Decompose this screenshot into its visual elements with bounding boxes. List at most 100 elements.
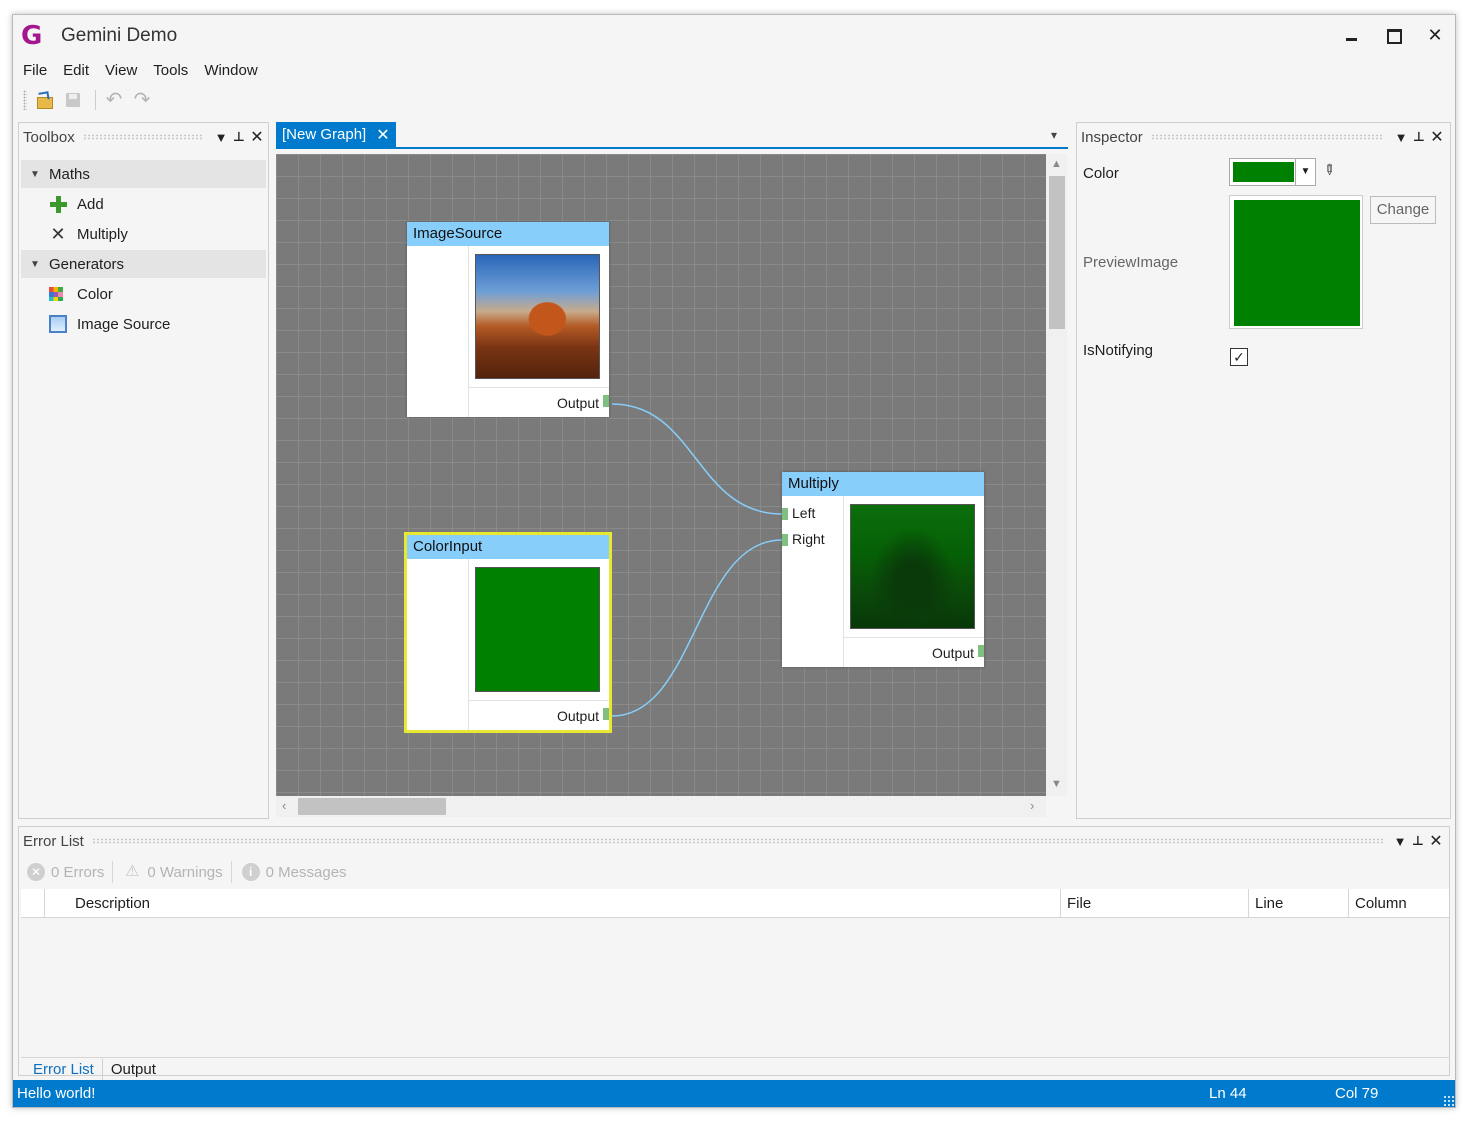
node-image-source[interactable]: ImageSource Output bbox=[407, 222, 609, 417]
output-connector[interactable] bbox=[978, 645, 984, 657]
bottom-tabs: Error List Output bbox=[25, 1059, 164, 1080]
color-preview bbox=[475, 567, 600, 692]
panel-drag-grip[interactable] bbox=[91, 838, 1383, 844]
connection-color-to-right[interactable] bbox=[611, 539, 783, 717]
toolbox-item-multiply[interactable]: ✕ Multiply bbox=[49, 220, 127, 248]
tab-underline bbox=[276, 147, 1068, 149]
toolbox-item-label: Add bbox=[77, 195, 104, 213]
save-icon[interactable] bbox=[61, 89, 85, 111]
output-connector[interactable] bbox=[603, 708, 609, 720]
column-header-column[interactable]: Column bbox=[1349, 889, 1449, 917]
node-title[interactable]: Multiply bbox=[782, 472, 984, 496]
scroll-left-icon[interactable]: ‹ bbox=[282, 798, 286, 813]
node-color-input[interactable]: ColorInput Output bbox=[404, 532, 612, 733]
column-header-description[interactable]: Description bbox=[45, 889, 1061, 917]
document-list-dropdown-icon[interactable]: ▾ bbox=[1051, 128, 1057, 142]
change-button[interactable]: Change bbox=[1370, 196, 1436, 224]
add-icon bbox=[49, 195, 67, 213]
menu-edit[interactable]: Edit bbox=[57, 60, 95, 82]
status-column: Col 79 bbox=[1335, 1085, 1379, 1102]
output-connector[interactable] bbox=[603, 395, 609, 407]
tab-new-graph[interactable]: [New Graph] ✕ bbox=[276, 122, 396, 147]
scroll-up-icon[interactable]: ▲ bbox=[1046, 158, 1067, 170]
minimize-button[interactable] bbox=[1337, 23, 1365, 47]
toolbox-title: Toolbox bbox=[23, 128, 75, 146]
eyedropper-icon[interactable]: ✎ bbox=[1320, 160, 1343, 183]
open-file-icon[interactable] bbox=[33, 89, 57, 111]
panel-dropdown-icon[interactable]: ▼ bbox=[1392, 130, 1410, 145]
panel-dropdown-icon[interactable]: ▼ bbox=[212, 130, 230, 145]
is-notifying-checkbox[interactable]: ✓ bbox=[1230, 348, 1248, 366]
chevron-down-icon[interactable]: ▼ bbox=[1295, 159, 1315, 185]
tab-close-icon[interactable]: ✕ bbox=[376, 125, 389, 145]
image-icon bbox=[49, 315, 67, 333]
tab-output[interactable]: Output bbox=[103, 1059, 164, 1080]
inspector-panel: Inspector ▼ ⊥ ✕ Color ▼ ✎ PreviewImage C… bbox=[1076, 122, 1451, 819]
collapse-triangle-icon[interactable]: ▼ bbox=[21, 259, 49, 270]
color-swatch bbox=[1233, 162, 1294, 182]
pin-icon[interactable]: ⊥ bbox=[230, 129, 248, 145]
menu-view[interactable]: View bbox=[99, 60, 143, 82]
error-list-header: Error List ▼ ⊥ ✕ bbox=[23, 829, 1445, 853]
node-body: Output bbox=[407, 559, 609, 730]
connection-image-to-left[interactable] bbox=[611, 403, 783, 515]
messages-filter-button[interactable]: i 0 Messages bbox=[241, 863, 347, 881]
horizontal-scroll-thumb[interactable] bbox=[298, 798, 446, 815]
close-icon[interactable]: ✕ bbox=[1428, 127, 1446, 147]
error-filters: ✕ 0 Errors ⚠ 0 Warnings i 0 Messages bbox=[27, 860, 355, 884]
toolbox-group-generators[interactable]: ▼ Generators bbox=[21, 250, 266, 278]
panel-drag-grip[interactable] bbox=[82, 134, 204, 140]
menu-window[interactable]: Window bbox=[198, 60, 263, 82]
menu-tools[interactable]: Tools bbox=[147, 60, 194, 82]
close-icon[interactable]: ✕ bbox=[248, 127, 266, 147]
pin-icon[interactable]: ⊥ bbox=[1409, 833, 1427, 849]
toolbox-item-color[interactable]: Color bbox=[49, 280, 113, 308]
scroll-right-icon[interactable]: › bbox=[1030, 798, 1034, 813]
node-input-column bbox=[407, 559, 469, 730]
toolbox-item-add[interactable]: Add bbox=[49, 190, 104, 218]
close-icon[interactable]: ✕ bbox=[1427, 831, 1445, 851]
tab-error-list[interactable]: Error List bbox=[25, 1059, 103, 1080]
graph-canvas[interactable]: ImageSource Output ColorInput Output Mul… bbox=[276, 154, 1046, 796]
toolbar-separator bbox=[95, 90, 96, 110]
filter-separator bbox=[230, 861, 232, 883]
preview-image-box bbox=[1229, 195, 1363, 329]
undo-icon[interactable]: ↶ bbox=[102, 89, 126, 111]
bottom-tab-divider bbox=[21, 1057, 1449, 1058]
maximize-button[interactable] bbox=[1379, 23, 1407, 47]
input-right-label: Right bbox=[792, 531, 825, 547]
pin-icon[interactable]: ⊥ bbox=[1410, 129, 1428, 145]
node-body: Left Right Output bbox=[782, 496, 984, 667]
scroll-down-icon[interactable]: ▼ bbox=[1046, 778, 1067, 790]
vertical-scrollbar[interactable]: ▲ ▼ bbox=[1046, 154, 1067, 796]
node-title[interactable]: ImageSource bbox=[407, 222, 609, 246]
column-header-line[interactable]: Line bbox=[1249, 889, 1349, 917]
toolbox-panel: Toolbox ▼ ⊥ ✕ ▼ Maths Add ✕ Multiply ▼ G… bbox=[18, 122, 269, 819]
horizontal-scrollbar[interactable]: ‹ › bbox=[276, 796, 1046, 817]
close-window-button[interactable]: ✕ bbox=[1421, 23, 1449, 47]
toolbar-grip[interactable] bbox=[23, 90, 27, 110]
color-picker-combo[interactable]: ▼ bbox=[1229, 158, 1316, 186]
toolbox-item-label: Color bbox=[77, 285, 113, 303]
vertical-scroll-thumb[interactable] bbox=[1049, 176, 1065, 329]
redo-icon[interactable]: ↷ bbox=[130, 89, 154, 111]
toolbar: ↶ ↷ bbox=[23, 88, 158, 112]
toolbox-item-label: Image Source bbox=[77, 315, 171, 333]
panel-dropdown-icon[interactable]: ▼ bbox=[1391, 834, 1409, 849]
color-palette-icon bbox=[49, 287, 63, 301]
column-header-file[interactable]: File bbox=[1061, 889, 1249, 917]
toolbox-group-maths[interactable]: ▼ Maths bbox=[21, 160, 266, 188]
menu-file[interactable]: File bbox=[17, 60, 53, 82]
toolbox-item-image-source[interactable]: Image Source bbox=[49, 310, 170, 338]
errors-filter-button[interactable]: ✕ 0 Errors bbox=[27, 863, 104, 881]
status-bar: Hello world! Ln 44 Col 79 bbox=[13, 1080, 1455, 1107]
collapse-triangle-icon[interactable]: ▼ bbox=[21, 169, 49, 180]
app-logo-icon: G bbox=[21, 21, 43, 51]
node-multiply[interactable]: Multiply Left Right Output bbox=[782, 472, 984, 667]
warnings-filter-button[interactable]: ⚠ 0 Warnings bbox=[123, 863, 222, 881]
column-header-icon[interactable] bbox=[21, 889, 45, 917]
resize-grip-icon[interactable] bbox=[1443, 1095, 1455, 1107]
node-title[interactable]: ColorInput bbox=[407, 535, 609, 559]
output-row: Output bbox=[469, 387, 609, 417]
panel-drag-grip[interactable] bbox=[1150, 134, 1384, 140]
